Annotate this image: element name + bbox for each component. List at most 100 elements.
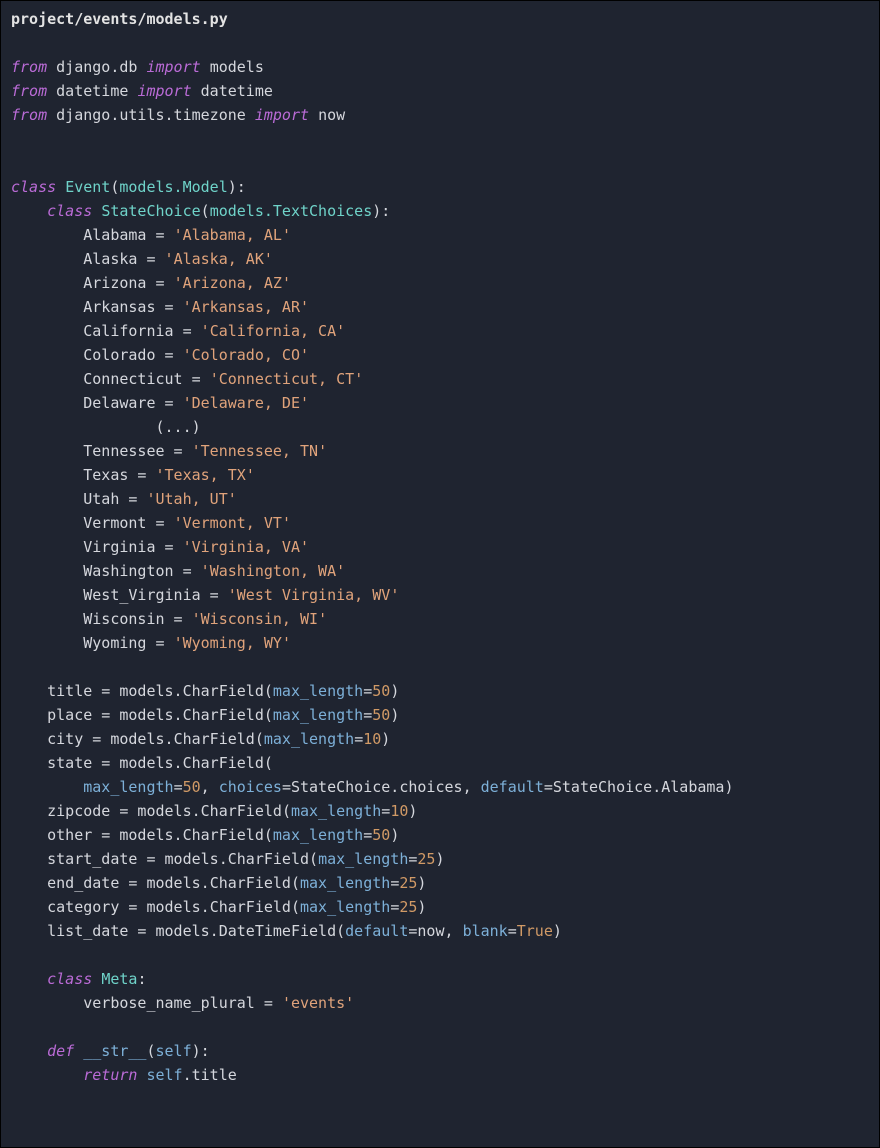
num: 50 bbox=[372, 706, 390, 724]
kw-class: class bbox=[11, 178, 56, 196]
kw-from: from bbox=[11, 82, 47, 100]
arg: max_length bbox=[83, 778, 173, 796]
num: 25 bbox=[399, 874, 417, 892]
kw-from: from bbox=[11, 58, 47, 76]
field-state: state bbox=[47, 754, 92, 772]
class-event: Event bbox=[65, 178, 110, 196]
field-title: title bbox=[47, 682, 92, 700]
field-list-date: list_date bbox=[47, 922, 128, 940]
choice-name: Arizona bbox=[83, 274, 146, 292]
kw-from: from bbox=[11, 106, 47, 124]
arg: max_length bbox=[318, 850, 408, 868]
mod: datetime bbox=[56, 82, 128, 100]
method-str: __str__ bbox=[83, 1042, 146, 1060]
class-statechoice: StateChoice bbox=[101, 202, 200, 220]
arg: max_length bbox=[273, 682, 363, 700]
val: now bbox=[417, 922, 444, 940]
class-meta: Meta bbox=[101, 970, 137, 988]
field-category: category bbox=[47, 898, 119, 916]
self: self bbox=[146, 1066, 182, 1084]
choice-val: 'Arizona, AZ' bbox=[174, 274, 291, 292]
kw-class: class bbox=[47, 970, 92, 988]
arg: default bbox=[481, 778, 544, 796]
choice-val: 'Utah, UT' bbox=[146, 490, 236, 508]
choice-val: 'Virginia, VA' bbox=[183, 538, 309, 556]
choice-name: Virginia bbox=[83, 538, 155, 556]
val: StateChoice.Alabama bbox=[553, 778, 725, 796]
arg: max_length bbox=[300, 874, 390, 892]
arg: blank bbox=[463, 922, 508, 940]
choice-name: Delaware bbox=[83, 394, 155, 412]
kw-class: class bbox=[47, 202, 92, 220]
imp: models bbox=[210, 58, 264, 76]
choice-name: California bbox=[83, 322, 173, 340]
attr: title bbox=[192, 1066, 237, 1084]
imp: now bbox=[318, 106, 345, 124]
str: 'events' bbox=[282, 994, 354, 1012]
num: 10 bbox=[390, 802, 408, 820]
imp: datetime bbox=[201, 82, 273, 100]
choice-val: 'Washington, WA' bbox=[201, 562, 346, 580]
field-zipcode: zipcode bbox=[47, 802, 110, 820]
num: 50 bbox=[372, 682, 390, 700]
arg: default bbox=[345, 922, 408, 940]
choice-name: Wyoming bbox=[83, 634, 146, 652]
choice-val: 'Delaware, DE' bbox=[183, 394, 309, 412]
choice-val: 'West Virginia, WV' bbox=[228, 586, 400, 604]
choice-name: Alaska bbox=[83, 250, 137, 268]
base: models.TextChoices bbox=[210, 202, 373, 220]
field-end-date: end_date bbox=[47, 874, 119, 892]
kw-import: import bbox=[146, 58, 200, 76]
meta-attr: verbose_name_plural bbox=[83, 994, 255, 1012]
choice-val: 'Vermont, VT' bbox=[174, 514, 291, 532]
choice-val: 'Texas, TX' bbox=[156, 466, 255, 484]
val: StateChoice.choices bbox=[291, 778, 463, 796]
choice-name: West_Virginia bbox=[83, 586, 200, 604]
kw-import: import bbox=[255, 106, 309, 124]
choice-val: 'Wisconsin, WI' bbox=[192, 610, 327, 628]
choice-val: 'Colorado, CO' bbox=[183, 346, 309, 364]
val: True bbox=[517, 922, 553, 940]
field-place: place bbox=[47, 706, 92, 724]
choice-val: 'Alaska, AK' bbox=[165, 250, 273, 268]
base: models.Model bbox=[119, 178, 227, 196]
choice-name: Texas bbox=[83, 466, 128, 484]
num: 50 bbox=[372, 826, 390, 844]
choice-val: 'Wyoming, WY' bbox=[174, 634, 291, 652]
field-start-date: start_date bbox=[47, 850, 137, 868]
num: 50 bbox=[183, 778, 201, 796]
arg: max_length bbox=[300, 898, 390, 916]
field-other: other bbox=[47, 826, 92, 844]
choice-name: Wisconsin bbox=[83, 610, 164, 628]
arg: choices bbox=[219, 778, 282, 796]
choice-val: 'California, CA' bbox=[201, 322, 346, 340]
mod: django.db bbox=[56, 58, 137, 76]
num: 25 bbox=[417, 850, 435, 868]
choice-val: 'Alabama, AL' bbox=[174, 226, 291, 244]
choice-name: Utah bbox=[83, 490, 119, 508]
choice-name: Connecticut bbox=[83, 370, 182, 388]
choice-name: Arkansas bbox=[83, 298, 155, 316]
choice-name: Washington bbox=[83, 562, 173, 580]
kw-return: return bbox=[83, 1066, 137, 1084]
code-editor[interactable]: project/events/models.py from django.db … bbox=[0, 0, 880, 1148]
kw-def: def bbox=[47, 1042, 74, 1060]
param: self bbox=[156, 1042, 192, 1060]
choice-val: 'Tennessee, TN' bbox=[192, 442, 327, 460]
choice-name: Colorado bbox=[83, 346, 155, 364]
arg: max_length bbox=[273, 706, 363, 724]
file-path: project/events/models.py bbox=[11, 10, 228, 28]
arg: max_length bbox=[291, 802, 381, 820]
num: 25 bbox=[399, 898, 417, 916]
arg: max_length bbox=[264, 730, 354, 748]
choice-name: Vermont bbox=[83, 514, 146, 532]
field-city: city bbox=[47, 730, 83, 748]
choice-name: Alabama bbox=[83, 226, 146, 244]
choice-name: Tennessee bbox=[83, 442, 164, 460]
ellipsis: (...) bbox=[156, 418, 201, 436]
num: 10 bbox=[363, 730, 381, 748]
choice-val: 'Connecticut, CT' bbox=[210, 370, 364, 388]
mod: django.utils.timezone bbox=[56, 106, 246, 124]
arg: max_length bbox=[273, 826, 363, 844]
kw-import: import bbox=[137, 82, 191, 100]
